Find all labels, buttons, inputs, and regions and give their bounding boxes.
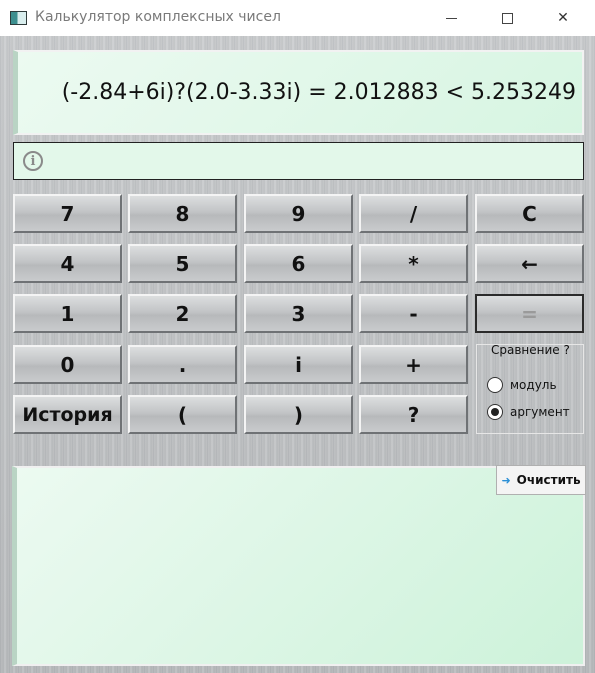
key-3[interactable]: 3 xyxy=(244,294,353,333)
key-1[interactable]: 1 xyxy=(13,294,122,333)
key-6[interactable]: 6 xyxy=(244,244,353,283)
expression-text: (-2.84+6i)?(2.0-3.33i) = 2.012883 < 5.25… xyxy=(61,80,576,105)
clear-history-button[interactable]: ➜ Очистить xyxy=(496,465,586,495)
result-display: (-2.84+6i)?(2.0-3.33i) = 2.012883 < 5.25… xyxy=(13,50,584,135)
key-2[interactable]: 2 xyxy=(128,294,237,333)
radio-modulus[interactable] xyxy=(487,377,503,393)
key-imaginary[interactable]: i xyxy=(244,345,353,384)
key-0[interactable]: 0 xyxy=(13,345,122,384)
history-button[interactable]: История xyxy=(13,395,122,434)
key-compare[interactable]: ? xyxy=(359,395,468,434)
window-title: Калькулятор комплексных чисел xyxy=(35,9,281,25)
minimize-icon xyxy=(445,17,457,19)
radio-argument[interactable] xyxy=(487,404,503,420)
key-minus[interactable]: - xyxy=(359,294,468,333)
key-equals[interactable]: = xyxy=(475,294,584,333)
key-decimal[interactable]: . xyxy=(128,345,237,384)
arrow-right-icon: ➜ xyxy=(501,473,511,487)
minimize-button[interactable] xyxy=(428,0,474,36)
info-icon: i xyxy=(23,151,43,171)
key-close-paren[interactable]: ) xyxy=(244,395,353,434)
key-9[interactable]: 9 xyxy=(244,194,353,233)
key-backspace[interactable]: ← xyxy=(475,244,584,283)
key-multiply[interactable]: * xyxy=(359,244,468,283)
info-field: i xyxy=(13,142,584,180)
maximize-icon xyxy=(501,12,513,24)
calculator-body: (-2.84+6i)?(2.0-3.33i) = 2.012883 < 5.25… xyxy=(0,36,595,673)
close-icon: ✕ xyxy=(557,10,569,26)
key-open-paren[interactable]: ( xyxy=(128,395,237,434)
key-5[interactable]: 5 xyxy=(128,244,237,283)
key-clear[interactable]: C xyxy=(475,194,584,233)
app-icon xyxy=(10,11,27,25)
key-divide[interactable]: / xyxy=(359,194,468,233)
key-8[interactable]: 8 xyxy=(128,194,237,233)
history-list[interactable] xyxy=(12,466,585,666)
key-4[interactable]: 4 xyxy=(13,244,122,283)
compare-title: Сравнение ? xyxy=(491,343,570,357)
close-button[interactable]: ✕ xyxy=(540,0,586,36)
compare-option-argument[interactable]: аргумент xyxy=(487,404,570,420)
radio-argument-label: аргумент xyxy=(510,405,570,419)
radio-modulus-label: модуль xyxy=(510,378,557,392)
compare-option-modulus[interactable]: модуль xyxy=(487,377,557,393)
clear-history-label: Очистить xyxy=(516,473,581,487)
title-bar: Калькулятор комплексных чисел ✕ xyxy=(0,0,595,36)
compare-group: Сравнение ? модуль аргумент xyxy=(476,343,584,434)
key-plus[interactable]: + xyxy=(359,345,468,384)
key-7[interactable]: 7 xyxy=(13,194,122,233)
maximize-button[interactable] xyxy=(484,0,530,36)
